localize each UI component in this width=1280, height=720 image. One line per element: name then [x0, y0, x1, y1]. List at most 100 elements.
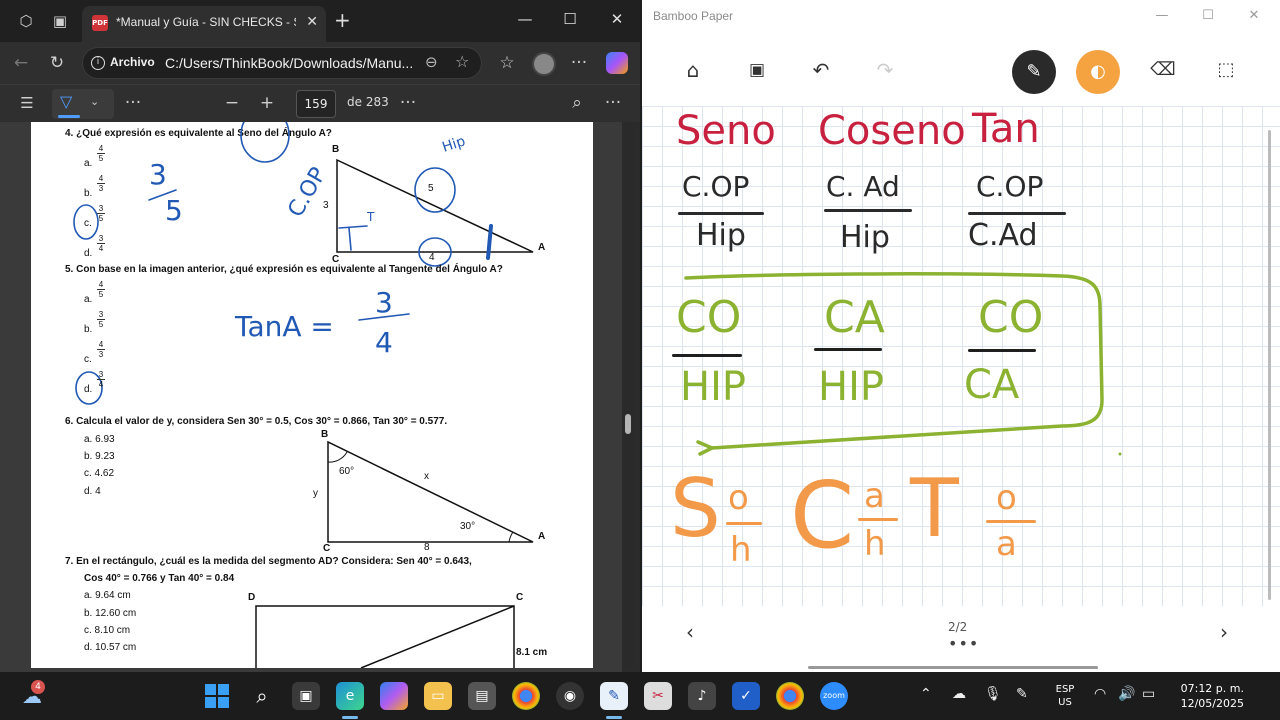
bamboo-page-nav: ‹ 2/2 ••• › — [642, 606, 1280, 672]
battery-icon[interactable]: ▭ — [1142, 686, 1155, 702]
scrollbar-thumb[interactable] — [625, 414, 631, 434]
mnemonic-t-den: a — [996, 524, 1017, 564]
page-options-icon[interactable]: ••• — [948, 634, 979, 653]
task-view-icon[interactable]: ▣ — [292, 682, 320, 710]
pen-tool-icon[interactable]: ✎ — [1012, 50, 1056, 94]
bamboo-horizontal-scrollbar[interactable] — [808, 666, 1098, 669]
pdf-page[interactable]: 4. ¿Qué expresión es equivalente al Seno… — [31, 122, 593, 668]
more-menu-icon[interactable]: ··· — [568, 52, 590, 74]
chrome-icon[interactable] — [512, 682, 540, 710]
piano-icon[interactable]: ♪ — [688, 682, 716, 710]
pdf-scrollbar[interactable] — [622, 122, 634, 668]
q5-option-d-letter: d. — [84, 384, 93, 395]
start-icon[interactable] — [203, 682, 231, 710]
q6-option-b: b. 9.23 — [84, 451, 115, 462]
pdf-more-icon[interactable]: ··· — [397, 92, 419, 114]
redo-icon[interactable]: ↷ — [869, 54, 901, 86]
favorite-star-icon[interactable]: ☆ — [455, 52, 469, 71]
site-info-label[interactable]: Archivo — [110, 55, 155, 69]
onedrive-icon[interactable]: ☁ — [952, 686, 966, 702]
search-icon[interactable]: ⌕ — [566, 92, 588, 114]
close-tab-icon[interactable]: ✕ — [306, 14, 318, 30]
undo-icon[interactable]: ↶ — [805, 54, 837, 86]
navigation-bar: ← ↻ i Archivo C:/Users/ThinkBook/Downloa… — [0, 42, 640, 84]
microphone-icon[interactable]: 🎙 — [984, 686, 1002, 702]
tri2-angle-b: 60° — [339, 466, 355, 477]
bamboo-close-icon[interactable]: ✕ — [1242, 8, 1266, 23]
q5-option-b-letter: b. — [84, 324, 93, 335]
copilot-icon[interactable] — [606, 52, 628, 74]
tab-pdf-document[interactable]: PDF *Manual y Guía - SIN CHECKS - SI ✕ — [82, 6, 326, 42]
page-number-input[interactable]: 159 — [296, 90, 336, 118]
tri2-vertex-b: B — [321, 429, 329, 440]
zoom-out-icon[interactable]: − — [221, 92, 243, 114]
volume-icon[interactable]: 🔊 — [1118, 686, 1135, 702]
pdf-toolbar: ☰ ▽ ⌄ ··· − + 159 de 283 ··· ⌕ ··· — [0, 84, 640, 122]
bamboo-vertical-scrollbar[interactable] — [1268, 130, 1271, 600]
chrome-profile-icon[interactable] — [776, 682, 804, 710]
lasso-select-icon[interactable]: ⬚ — [1210, 54, 1242, 86]
obs-icon[interactable]: ◉ — [556, 682, 584, 710]
zoom-icon[interactable]: ⊖ — [425, 53, 438, 71]
url-text[interactable]: C:/Users/ThinkBook/Downloads/Manu... — [165, 55, 417, 71]
search-taskbar-icon[interactable]: ⌕ — [248, 682, 276, 710]
show-hidden-icons[interactable]: ⌃ — [920, 686, 932, 702]
favorites-icon[interactable]: ☆ — [496, 52, 518, 74]
store-icon[interactable]: ▤ — [468, 682, 496, 710]
info-icon[interactable]: i — [91, 56, 105, 70]
contents-icon[interactable]: ☰ — [16, 92, 38, 114]
settings-more-icon[interactable]: ··· — [602, 92, 624, 114]
angle-a-arc — [508, 531, 514, 543]
bamboo-minimize-icon[interactable]: — — [1150, 8, 1174, 23]
minimize-icon[interactable]: — — [510, 10, 540, 28]
copilot-taskbar-icon[interactable] — [380, 682, 408, 710]
q5-option-d-fraction: 34 — [97, 370, 105, 389]
profile-avatar[interactable] — [532, 52, 556, 76]
close-window-icon[interactable]: ✕ — [602, 10, 632, 28]
color-picker-icon[interactable]: ◐ — [1076, 50, 1120, 94]
edge-active-indicator — [342, 716, 358, 719]
pen-menu-icon[interactable]: ✎ — [1016, 686, 1028, 702]
rect-vertex-c: C — [516, 592, 524, 603]
clock[interactable]: 07:12 p. m. 12/05/2025 — [1170, 681, 1244, 711]
edge-window: ⬡ ▣ PDF *Manual y Guía - SIN CHECKS - SI… — [0, 0, 640, 672]
drawing-canvas[interactable]: Seno Coseno Tan C.OP Hip C. Ad Hip C.OP … — [642, 106, 1280, 606]
whiteboard-icon[interactable]: ✓ — [732, 682, 760, 710]
bamboo-maximize-icon[interactable]: ☐ — [1196, 8, 1220, 23]
insert-image-icon[interactable]: ▣ — [741, 54, 773, 86]
new-tab-icon[interactable]: + — [334, 10, 351, 30]
mnemonic-t: T — [910, 462, 959, 555]
tab-actions-icon[interactable]: ▣ — [50, 11, 70, 31]
pdf-file-icon: PDF — [92, 15, 108, 31]
green-ca-2: CA — [964, 362, 1020, 408]
more-tools-icon[interactable]: ··· — [122, 92, 144, 114]
tri2-angle-a: 30° — [460, 521, 476, 532]
previous-page-icon[interactable]: ‹ — [686, 620, 694, 644]
eraser-icon[interactable]: ⌫ — [1147, 54, 1179, 86]
next-page-icon[interactable]: › — [1220, 620, 1228, 644]
keyboard-layout: US — [1058, 697, 1072, 708]
mnemonic-s-bar — [726, 522, 762, 525]
file-explorer-icon[interactable]: ▭ — [424, 682, 452, 710]
wifi-icon[interactable]: ◠ — [1094, 686, 1106, 702]
chevron-down-icon[interactable]: ⌄ — [90, 95, 99, 108]
refresh-icon[interactable]: ↻ — [46, 52, 68, 74]
address-bar[interactable]: i Archivo C:/Users/ThinkBook/Downloads/M… — [82, 47, 482, 79]
draw-color-indicator — [58, 115, 80, 118]
zoom-app-icon[interactable]: zoom — [820, 682, 848, 710]
edge-taskbar-icon[interactable]: e — [336, 682, 364, 710]
zoom-in-icon[interactable]: + — [256, 92, 278, 114]
language-indicator[interactable]: ESP US — [1052, 683, 1078, 709]
workspaces-icon[interactable]: ⬡ — [16, 11, 36, 31]
bamboo-taskbar-icon[interactable]: ✎ — [600, 682, 628, 710]
green-ca: CA — [824, 292, 885, 343]
question-6: 6. Calcula el valor de y, considera Sen … — [65, 416, 448, 427]
green-co-2: CO — [978, 292, 1044, 343]
tri1-side-bc: 3 — [323, 200, 329, 211]
taskbar: ☁ 4 ⌕ ▣ e ▭ ▤ ◉ ✎ ✂ ♪ ✓ zoom ⌃ ☁ 🎙 ✎ ESP… — [0, 672, 1280, 720]
snipping-tool-icon[interactable]: ✂ — [644, 682, 672, 710]
home-icon[interactable]: ⌂ — [677, 54, 709, 86]
back-icon[interactable]: ← — [10, 52, 32, 74]
maximize-icon[interactable]: ☐ — [555, 10, 585, 28]
tri2-side-y: y — [313, 488, 318, 499]
